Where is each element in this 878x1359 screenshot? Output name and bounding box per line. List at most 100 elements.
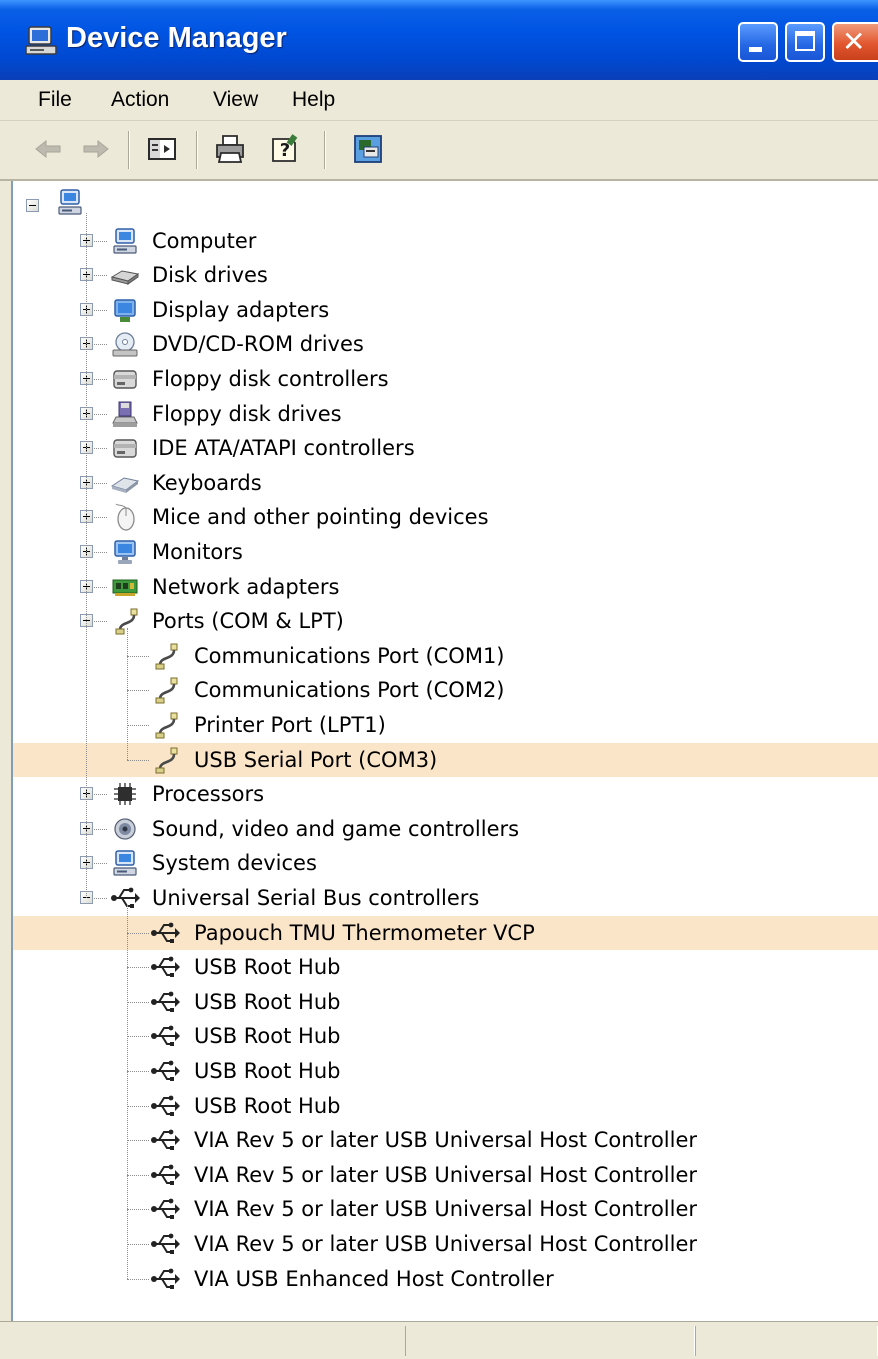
category-label: Floppy disk controllers <box>152 367 389 391</box>
device-label: Papouch TMU Thermometer VCP <box>194 920 535 945</box>
tree-category[interactable]: DVD/CD-ROM drives <box>13 327 878 361</box>
tree-category[interactable]: Computer <box>13 224 878 258</box>
computer-icon <box>58 189 82 215</box>
tree-connector <box>91 517 107 519</box>
tree-category[interactable]: IDE ATA/ATAPI controllers <box>13 431 878 465</box>
toolbar-separator <box>196 131 198 169</box>
tree-connector <box>91 413 107 415</box>
device-tree[interactable]: Computer Disk drives Display adapters DVD/C… <box>11 181 878 1321</box>
usb-icon <box>151 1095 180 1116</box>
device-manager-window: Device Manager ✕ File Action View Help ?… <box>0 0 878 1359</box>
device-item[interactable]: VIA Rev 5 or later USB Universal Host Co… <box>13 1227 878 1261</box>
back-arrow-icon[interactable] <box>32 133 64 165</box>
tree-category[interactable]: Floppy disk controllers <box>13 362 878 396</box>
toolbar: ? <box>0 121 878 181</box>
device-label: Printer Port (LPT1) <box>194 713 386 737</box>
window-title: Device Manager <box>66 22 287 54</box>
device-item[interactable]: Printer Port (LPT1) <box>13 708 878 742</box>
category-label: Disk drives <box>152 263 268 288</box>
tree-connector <box>127 655 149 657</box>
tree-connector <box>91 586 107 588</box>
controller-icon <box>113 370 137 389</box>
usb-icon <box>151 1025 180 1047</box>
device-manager-icon <box>25 26 57 55</box>
device-item[interactable]: USB Root Hub <box>13 985 878 1019</box>
close-button[interactable]: ✕ <box>832 22 878 62</box>
status-pane <box>695 1326 878 1356</box>
port-icon <box>155 712 178 739</box>
menu-bar: File Action View Help <box>0 80 878 121</box>
maximize-button[interactable] <box>785 22 825 62</box>
device-label: USB Root Hub <box>194 1093 341 1118</box>
device-item[interactable]: Papouch TMU Thermometer VCP <box>13 915 878 950</box>
tree-category[interactable]: Monitors <box>13 535 878 569</box>
tree-category[interactable]: Keyboards <box>13 466 878 500</box>
tree-category[interactable]: Disk drives <box>13 258 878 292</box>
tree-connector <box>127 690 149 692</box>
tree-category[interactable]: System devices <box>13 846 878 880</box>
tree-category[interactable]: Display adapters <box>13 293 878 327</box>
device-item[interactable]: USB Serial Port (COM3) <box>13 742 878 777</box>
help-icon[interactable]: ? <box>269 133 301 165</box>
tree-category[interactable]: Sound, video and game controllers <box>13 812 878 846</box>
properties-icon[interactable] <box>352 133 384 165</box>
network-adapter-icon <box>112 579 138 596</box>
status-bar <box>0 1321 878 1359</box>
tree-connector <box>91 482 107 484</box>
device-item[interactable]: USB Root Hub <box>13 1019 878 1053</box>
display-adapter-icon <box>114 299 136 322</box>
device-item[interactable]: VIA Rev 5 or later USB Universal Host Co… <box>13 1158 878 1192</box>
device-item[interactable]: USB Root Hub <box>13 1054 878 1088</box>
floppy-drive-icon <box>112 401 138 427</box>
show-hide-console-tree-icon[interactable] <box>146 133 178 165</box>
device-item[interactable]: Communications Port (COM2) <box>13 673 878 707</box>
forward-arrow-icon[interactable] <box>80 133 112 165</box>
tree-category[interactable]: Mice and other pointing devices <box>13 500 878 534</box>
usb-icon <box>151 922 180 943</box>
category-label: Floppy disk drives <box>152 401 342 426</box>
tree-connector <box>91 863 107 865</box>
device-item[interactable]: VIA USB Enhanced Host Controller <box>13 1262 878 1296</box>
tree-connector <box>127 1140 149 1142</box>
tree-category[interactable]: Floppy disk drives <box>13 397 878 431</box>
monitor-icon <box>114 540 136 564</box>
tree-category[interactable]: Network adapters <box>13 570 878 604</box>
tree-connector <box>91 240 107 242</box>
category-label: Processors <box>152 782 265 807</box>
menu-help[interactable]: Help <box>292 88 335 112</box>
device-label: Communications Port (COM1) <box>194 643 505 668</box>
tree-category[interactable]: Universal Serial Bus controllers <box>13 881 878 915</box>
keyboard-icon <box>110 477 140 493</box>
menu-view[interactable]: View <box>213 88 258 112</box>
device-item[interactable]: VIA Rev 5 or later USB Universal Host Co… <box>13 1123 878 1157</box>
print-icon[interactable] <box>214 133 246 165</box>
menu-file[interactable]: File <box>38 88 72 112</box>
device-item[interactable]: Communications Port (COM1) <box>13 639 878 673</box>
computer-icon <box>113 850 137 876</box>
tree-connector <box>91 828 107 830</box>
port-icon <box>155 643 178 670</box>
tree-connector <box>91 621 107 623</box>
usb-icon <box>151 1198 180 1220</box>
tree-category[interactable]: Processors <box>13 777 878 811</box>
device-label: VIA USB Enhanced Host Controller <box>194 1266 554 1291</box>
category-label: Mice and other pointing devices <box>152 505 489 530</box>
tree-root[interactable] <box>13 189 878 223</box>
port-icon <box>155 677 178 704</box>
tree-category[interactable]: Ports (COM & LPT) <box>13 604 878 638</box>
device-item[interactable]: USB Root Hub <box>13 950 878 984</box>
device-item[interactable]: VIA Rev 5 or later USB Universal Host Co… <box>13 1192 878 1226</box>
category-label: Universal Serial Bus controllers <box>152 886 480 910</box>
device-item[interactable]: USB Root Hub <box>13 1089 878 1123</box>
tree-connector <box>127 1244 149 1245</box>
category-label: Keyboards <box>152 470 262 495</box>
tree-connector <box>91 275 107 277</box>
minimize-button[interactable] <box>738 22 778 62</box>
tree-connector <box>127 1001 149 1003</box>
collapse-toggle[interactable] <box>26 199 39 212</box>
title-bar[interactable]: Device Manager ✕ <box>0 0 878 80</box>
tree-connector <box>127 1174 149 1176</box>
device-label: USB Root Hub <box>194 1024 341 1049</box>
menu-action[interactable]: Action <box>111 88 169 112</box>
tree-connector <box>91 309 107 311</box>
